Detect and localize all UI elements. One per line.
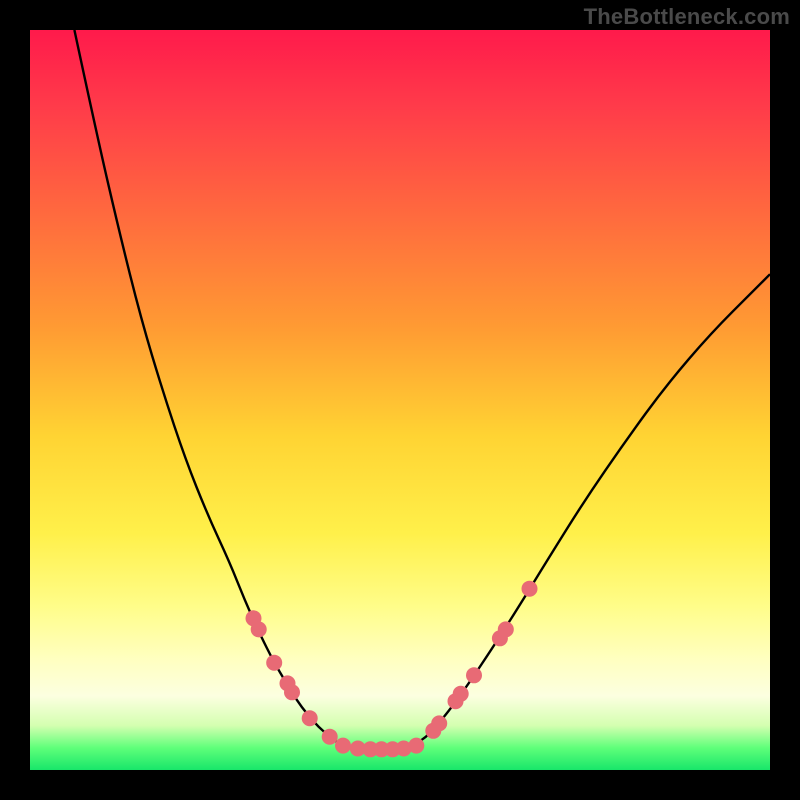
curve-layer xyxy=(30,30,770,770)
bottleneck-curve xyxy=(74,30,770,749)
curve-marker xyxy=(266,655,282,671)
curve-markers xyxy=(246,581,538,758)
curve-marker xyxy=(302,710,318,726)
chart-frame: TheBottleneck.com xyxy=(0,0,800,800)
curve-marker xyxy=(431,715,447,731)
curve-marker xyxy=(408,738,424,754)
curve-marker xyxy=(498,621,514,637)
watermark-text: TheBottleneck.com xyxy=(584,4,790,30)
curve-marker xyxy=(453,686,469,702)
curve-marker xyxy=(335,738,351,754)
curve-marker xyxy=(322,729,338,745)
curve-marker xyxy=(251,621,267,637)
curve-marker xyxy=(522,581,538,597)
curve-marker xyxy=(284,684,300,700)
curve-marker xyxy=(466,667,482,683)
